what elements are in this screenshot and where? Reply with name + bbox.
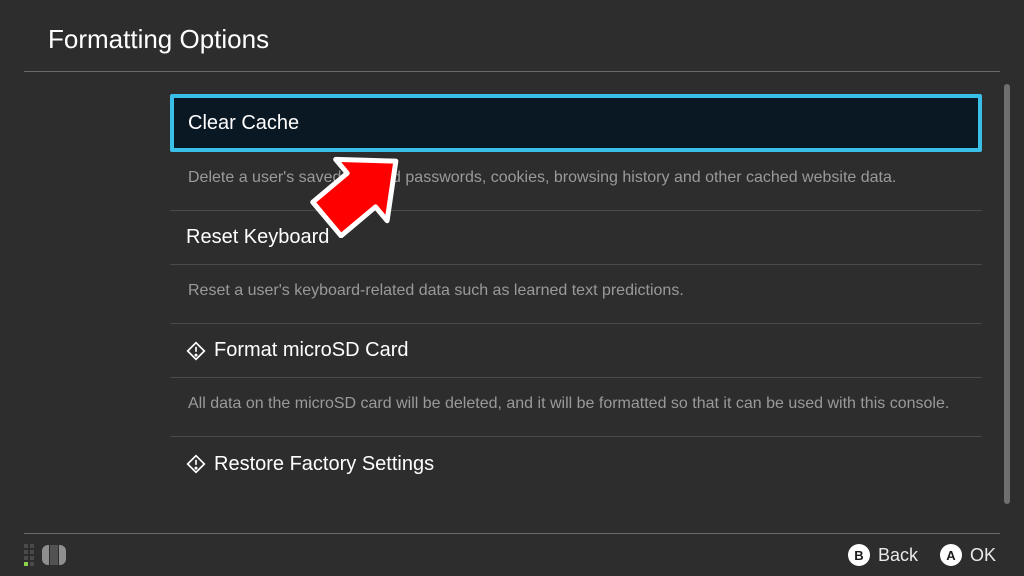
option-restore-factory: Restore Factory Settings xyxy=(170,437,982,491)
scrollbar-thumb[interactable] xyxy=(1004,84,1010,504)
back-action[interactable]: B Back xyxy=(848,544,918,566)
controller-battery-icon xyxy=(24,544,34,566)
scrollbar-track[interactable] xyxy=(1004,84,1010,524)
option-clear-cache: Clear Cache Delete a user's saved IDs an… xyxy=(170,94,982,211)
option-desc: Delete a user's saved IDs and passwords,… xyxy=(170,152,982,211)
footer-actions: B Back A OK xyxy=(848,544,996,566)
back-label: Back xyxy=(878,545,918,566)
options-list: Clear Cache Delete a user's saved IDs an… xyxy=(170,76,982,534)
option-row-format-microsd[interactable]: Format microSD Card xyxy=(170,324,982,378)
header: Formatting Options xyxy=(0,0,1024,71)
option-format-microsd: Format microSD Card All data on the micr… xyxy=(170,324,982,437)
page-title: Formatting Options xyxy=(48,24,1024,55)
warning-icon xyxy=(186,454,206,474)
option-title: Format microSD Card xyxy=(214,339,408,362)
option-title: Clear Cache xyxy=(188,112,299,135)
warning-icon xyxy=(186,341,206,361)
joycon-icon xyxy=(42,545,66,565)
option-row-clear-cache[interactable]: Clear Cache xyxy=(170,94,982,152)
option-title: Reset Keyboard xyxy=(186,226,329,249)
b-button-icon: B xyxy=(848,544,870,566)
ok-label: OK xyxy=(970,545,996,566)
option-row-reset-keyboard[interactable]: Reset Keyboard xyxy=(170,211,982,265)
a-button-icon: A xyxy=(940,544,962,566)
footer: B Back A OK xyxy=(0,534,1024,576)
divider xyxy=(24,71,1000,72)
option-reset-keyboard: Reset Keyboard Reset a user's keyboard-r… xyxy=(170,211,982,324)
option-title: Restore Factory Settings xyxy=(214,453,434,476)
option-desc: Reset a user's keyboard-related data suc… xyxy=(170,265,982,324)
option-desc: All data on the microSD card will be del… xyxy=(170,378,982,437)
controller-status xyxy=(24,544,66,566)
option-row-restore-factory[interactable]: Restore Factory Settings xyxy=(170,437,982,491)
ok-action[interactable]: A OK xyxy=(940,544,996,566)
